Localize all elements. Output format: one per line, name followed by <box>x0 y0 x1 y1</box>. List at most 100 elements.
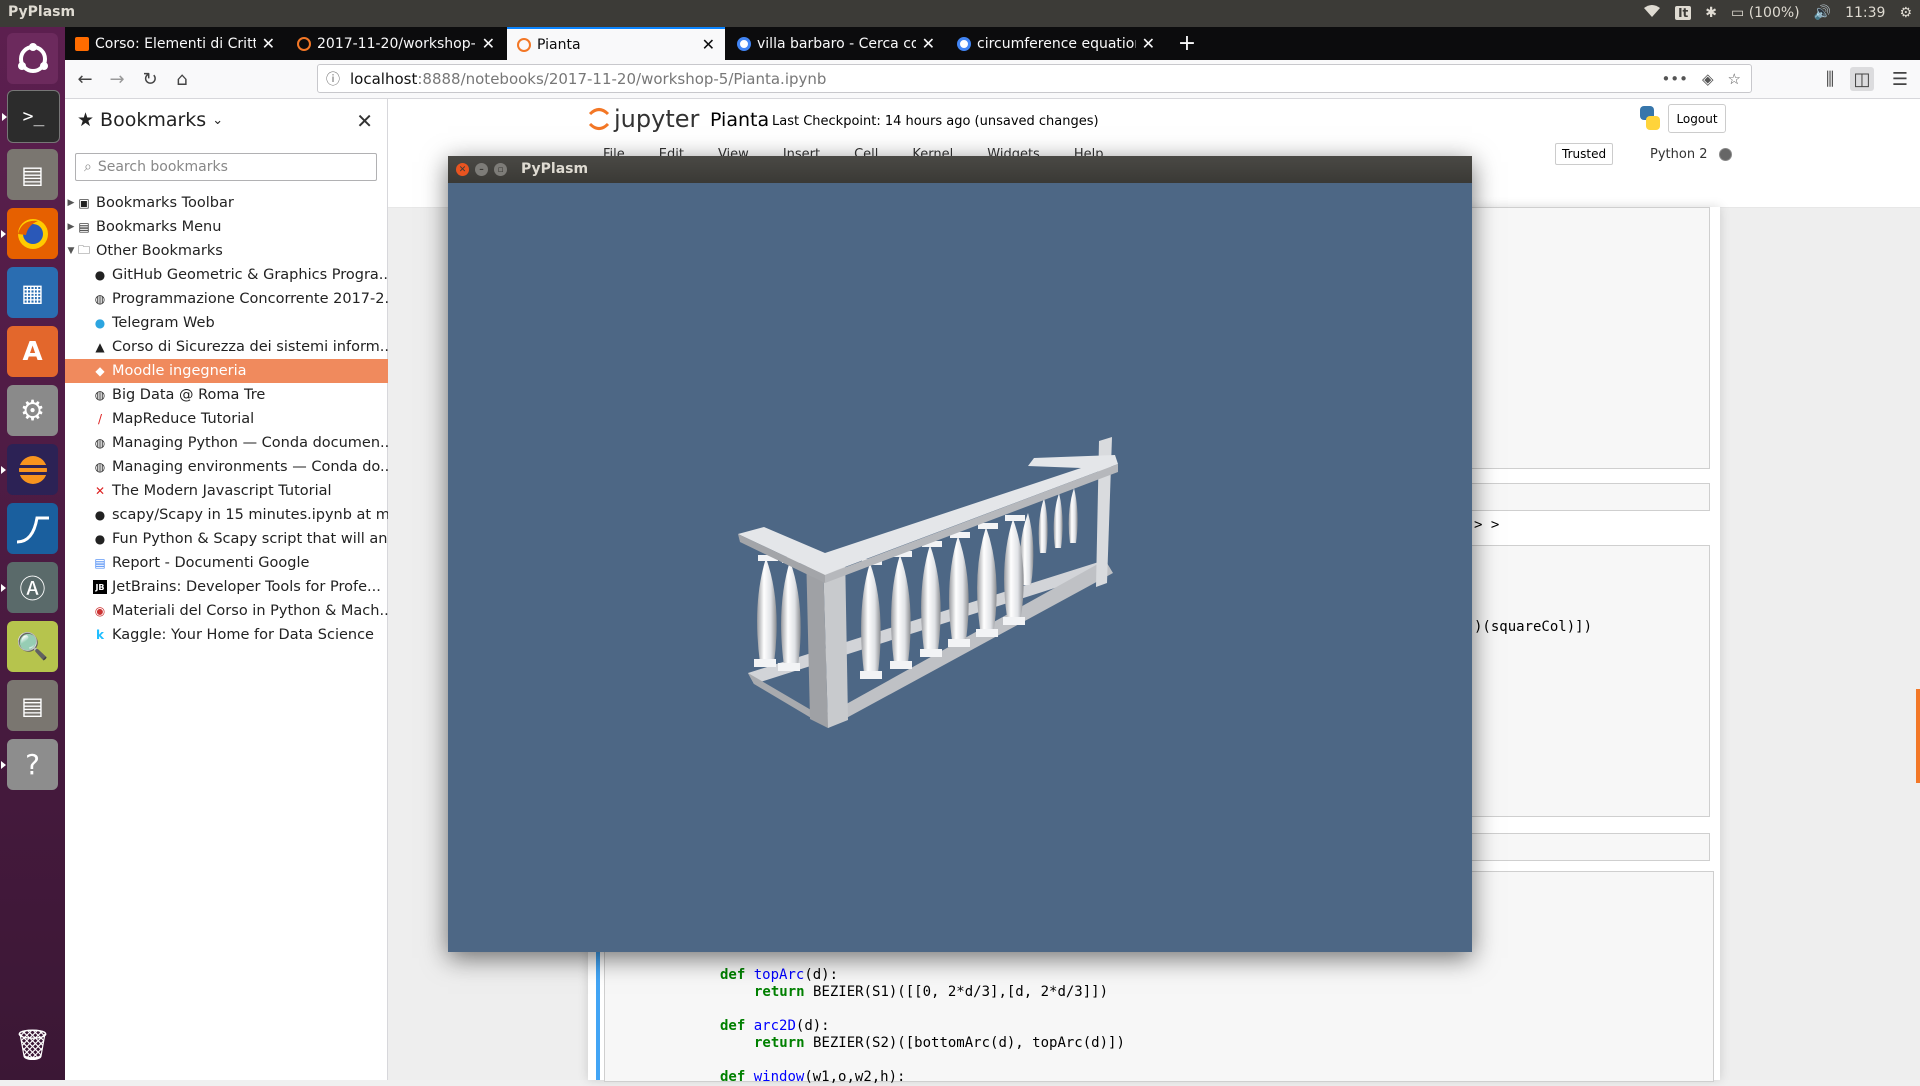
bookmark-item[interactable]: ● GitHub Geometric & Graphics Progra... <box>65 263 415 287</box>
ubuntu-dash-icon[interactable] <box>7 33 58 84</box>
code-line: return BEZIER(S2)([bottomArc(d), topArc(… <box>754 1035 1125 1051</box>
forward-arrow-icon[interactable]: → <box>105 67 129 91</box>
image-viewer-icon[interactable]: 🔍 <box>7 621 58 672</box>
bookmark-item[interactable]: / MapReduce Tutorial <box>65 407 415 431</box>
back-arrow-icon[interactable]: ← <box>73 67 97 91</box>
trusted-indicator[interactable]: Trusted <box>1555 143 1614 165</box>
feather-icon: / <box>97 412 103 426</box>
close-tab-icon[interactable]: ✕ <box>702 35 715 54</box>
search-bookmarks-input[interactable]: ⌕ Search bookmarks <box>75 153 377 181</box>
sidebar-switcher[interactable]: ★ Bookmarks ⌄ <box>77 109 223 131</box>
maximize-window-icon[interactable]: ▫ <box>494 163 507 176</box>
code-fragment: )(squareCol)]) <box>1474 619 1593 635</box>
folder-bookmarks-toolbar[interactable]: ▶ ▣ Bookmarks Toolbar <box>65 191 387 215</box>
folder-bookmarks-menu[interactable]: ▶ ▤ Bookmarks Menu <box>65 215 387 239</box>
pocket-icon[interactable]: ◈ <box>1702 70 1714 88</box>
kernel-status-icon <box>1719 148 1733 161</box>
url-bar[interactable]: ⓘ localhost:8888/notebooks/2017-11-20/wo… <box>317 64 1752 93</box>
close-window-icon[interactable]: ✕ <box>456 163 469 176</box>
help-icon[interactable]: ? <box>1 739 58 790</box>
libreoffice-writer-icon[interactable]: ▦ <box>7 267 58 318</box>
collapse-arrow-icon[interactable]: ▼ <box>65 246 77 256</box>
bookmark-item[interactable]: ◍ Programmazione Concorrente 2017-2... <box>65 287 415 311</box>
clock[interactable]: 11:39 <box>1845 5 1885 21</box>
close-tab-icon[interactable]: ✕ <box>1142 34 1155 53</box>
bookmark-item[interactable]: ◍ Big Data @ Roma Tre <box>65 383 415 407</box>
settings-gear-icon[interactable]: ⚙ <box>1899 5 1912 21</box>
software-center-icon[interactable]: A <box>7 326 58 377</box>
eclipse-icon[interactable] <box>1 444 58 495</box>
balustrade-3d-render[interactable] <box>448 183 1472 952</box>
pyplasm-window-title: PyPlasm <box>521 161 589 177</box>
bookmark-item[interactable]: ✕ The Modern Javascript Tutorial <box>65 479 415 503</box>
star-icon: ★ <box>77 109 95 131</box>
files-2-icon[interactable]: ▤ <box>7 680 58 731</box>
wireshark-icon[interactable] <box>7 503 58 554</box>
home-icon[interactable]: ⌂ <box>170 67 194 91</box>
close-tab-icon[interactable]: ✕ <box>922 34 935 53</box>
tab-villa-barbaro[interactable]: villa barbaro - Cerca con ✕ <box>727 27 945 60</box>
url-path: :8888/notebooks/2017-11-20/workshop-5/Pi… <box>417 69 827 88</box>
minimize-window-icon[interactable]: – <box>475 163 488 176</box>
bookmark-item[interactable]: ◍ Managing Python — Conda documen... <box>65 431 415 455</box>
python-logo-icon <box>1640 106 1660 130</box>
bookmark-star-icon[interactable]: ☆ <box>1728 70 1741 88</box>
toolbar-folder-icon: ▣ <box>78 196 90 210</box>
bookmark-label: Telegram Web <box>112 315 215 331</box>
notebook-name[interactable]: Pianta <box>710 109 769 131</box>
battery-indicator[interactable]: ▭ (100%) <box>1731 5 1800 21</box>
tab-pianta[interactable]: Pianta ✕ <box>507 27 725 60</box>
bookmark-item[interactable]: ◍ Managing environments — Conda do... <box>65 455 415 479</box>
bookmark-item[interactable]: ● Telegram Web <box>65 311 415 335</box>
bookmark-item-selected[interactable]: ◆ Moodle ingegneria <box>65 359 415 383</box>
scrollbar-marker[interactable] <box>1916 689 1920 783</box>
tab-label: Corso: Elementi di Critto <box>95 35 256 52</box>
tab-circumference-equation[interactable]: circumference equation ✕ <box>947 27 1165 60</box>
close-tab-icon[interactable]: ✕ <box>482 34 495 53</box>
system-settings-icon[interactable]: ⚙ <box>7 385 58 436</box>
sidebar-toggle-icon[interactable]: ◫ <box>1850 67 1874 91</box>
globe-icon: ◍ <box>94 388 106 402</box>
logout-button[interactable]: Logout <box>1668 104 1726 133</box>
pyplasm-title-bar[interactable]: ✕ – ▫ PyPlasm <box>448 156 1472 183</box>
library-icon[interactable]: ⫼ <box>1818 67 1842 91</box>
bluetooth-icon[interactable]: ✱ <box>1705 5 1717 21</box>
terminal-icon[interactable]: >_ <box>2 90 60 143</box>
expand-arrow-icon[interactable]: ▶ <box>65 222 77 232</box>
bookmark-item[interactable]: ● Fun Python & Scapy script that will an.… <box>65 527 415 551</box>
bookmark-item[interactable]: ▤ Report - Documenti Google <box>65 551 415 575</box>
files-icon[interactable]: ▤ <box>7 149 58 200</box>
hamburger-menu-icon[interactable]: ☰ <box>1888 67 1912 91</box>
trash-icon[interactable]: 🗑 <box>7 1020 58 1071</box>
tab-workshop-5[interactable]: 2017-11-20/workshop-5/ ✕ <box>287 27 505 60</box>
active-app-name: PyPlasm <box>8 4 76 20</box>
new-tab-plus-icon[interactable]: + <box>1167 27 1207 60</box>
expand-arrow-icon[interactable]: ▶ <box>65 198 77 208</box>
wifi-icon[interactable] <box>1643 4 1661 22</box>
bookmarks-sidebar: ★ Bookmarks ⌄ ✕ ⌕ Search bookmarks ▶ ▣ Boo… <box>65 99 415 1080</box>
close-sidebar-icon[interactable]: ✕ <box>356 109 373 133</box>
firefox-icon[interactable] <box>1 208 58 259</box>
reload-icon[interactable]: ↻ <box>138 67 162 91</box>
bookmark-item[interactable]: ● scapy/Scapy in 15 minutes.ipynb at m... <box>65 503 415 527</box>
globe-icon: ◍ <box>94 460 106 474</box>
site-info-icon[interactable]: ⓘ <box>326 69 340 89</box>
bookmark-item[interactable]: k Kaggle: Your Home for Data Science <box>65 623 415 647</box>
volume-icon[interactable]: 🔊 <box>1814 5 1831 21</box>
bookmark-item[interactable]: ◉ Materiali del Corso in Python & Mach... <box>65 599 415 623</box>
folder-other-bookmarks[interactable]: ▼ 🗀 Other Bookmarks <box>65 239 387 263</box>
keyboard-layout-indicator[interactable]: It <box>1675 6 1692 20</box>
jupyter-favicon-icon <box>297 36 311 51</box>
python-course-icon: ◉ <box>94 604 106 618</box>
bookmark-item[interactable]: ▲ Corso di Sicurezza dei sistemi inform..… <box>65 335 415 359</box>
bookmark-label: The Modern Javascript Tutorial <box>112 483 332 499</box>
jupyter-logo[interactable]: jupyter <box>588 105 699 133</box>
menu-folder-icon: ▤ <box>78 220 90 234</box>
bookmark-label: Managing environments — Conda do... <box>112 459 394 475</box>
close-tab-icon[interactable]: ✕ <box>262 34 275 53</box>
page-actions-icon[interactable]: ••• <box>1661 70 1688 88</box>
software-updater-icon[interactable]: Ⓐ <box>1 562 58 613</box>
bookmark-item[interactable]: JB JetBrains: Developer Tools for Profe..… <box>65 575 415 599</box>
tab-corso-crittografia[interactable]: Corso: Elementi di Critto ✕ <box>65 27 285 60</box>
code-line: def window(w1,o,w2,h): <box>720 1069 906 1085</box>
